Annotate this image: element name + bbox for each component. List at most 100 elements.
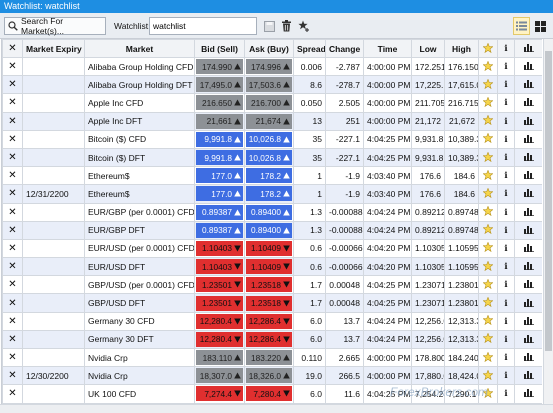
table-row[interactable]: ✕ 12/31/2200 Ethereum$ 177.0 178.2 1 -1.9 4:03:… xyxy=(2,184,542,204)
buy-price-button[interactable]: 178.2 xyxy=(246,168,292,184)
info-button[interactable]: i xyxy=(497,75,515,95)
buy-price-button[interactable]: 10,026.8 xyxy=(246,131,292,147)
sell-price-button[interactable]: 18,307.0 xyxy=(196,368,243,384)
remove-row-button[interactable]: ✕ xyxy=(2,384,23,404)
favorite-button[interactable] xyxy=(478,75,498,95)
buy-price-button[interactable]: 0.89400 xyxy=(246,204,292,220)
sell-price-button[interactable]: 0.89387 xyxy=(196,204,243,220)
favorite-button[interactable] xyxy=(478,202,498,222)
buy-price-button[interactable]: 216.700 xyxy=(246,95,292,111)
chart-button[interactable] xyxy=(514,257,542,277)
market-name-cell[interactable]: GBP/USD (per 0.0001) CFD xyxy=(84,275,195,295)
market-name-cell[interactable]: Alibaba Group Holding CFD xyxy=(84,56,195,77)
bid-cell[interactable]: 177.0 xyxy=(194,166,245,186)
remove-row-button[interactable]: ✕ xyxy=(2,202,23,222)
chart-button[interactable] xyxy=(514,129,542,149)
favorite-button[interactable] xyxy=(478,275,498,295)
table-row[interactable]: ✕ 12/30/2200 Nvidia Crp 18,307.0 18,326.0 19.… xyxy=(2,366,542,386)
remove-row-button[interactable]: ✕ xyxy=(2,93,23,113)
chart-button[interactable] xyxy=(514,147,542,168)
save-icon[interactable] xyxy=(262,18,276,34)
table-row[interactable]: ✕ EUR/USD (per 0.0001) CFD 1.10403 1.10409 0… xyxy=(2,238,542,259)
favorite-button[interactable] xyxy=(478,220,498,240)
favorite-button[interactable] xyxy=(478,257,498,277)
ask-cell[interactable]: 12,286.4 xyxy=(244,311,294,331)
remove-row-button[interactable]: ✕ xyxy=(2,147,23,168)
table-row[interactable]: ✕ EUR/GBP DFT 0.89387 0.89400 1.3 -0.00088 4:0… xyxy=(2,220,542,240)
buy-price-button[interactable]: 183.220 xyxy=(246,350,292,366)
info-button[interactable]: i xyxy=(497,293,515,313)
remove-row-button[interactable]: ✕ xyxy=(2,129,23,149)
buy-price-button[interactable]: 1.10409 xyxy=(246,259,292,275)
ask-cell[interactable]: 216.700 xyxy=(244,93,294,113)
sell-price-button[interactable]: 21,661 xyxy=(196,113,243,129)
bid-cell[interactable]: 0.89387 xyxy=(194,220,245,240)
ask-cell[interactable]: 0.89400 xyxy=(244,202,294,222)
market-name-cell[interactable]: UK 100 CFD xyxy=(84,384,195,404)
buy-price-button[interactable]: 1.10409 xyxy=(246,240,292,256)
bid-cell[interactable]: 12,280.4 xyxy=(194,311,245,331)
buy-price-button[interactable]: 21,674 xyxy=(246,113,292,129)
chart-button[interactable] xyxy=(514,275,542,295)
favorite-button[interactable] xyxy=(478,93,498,113)
watchlist-name-field[interactable] xyxy=(149,17,257,35)
ask-cell[interactable]: 12,286.4 xyxy=(244,329,294,350)
market-name-cell[interactable]: Bitcoin ($) CFD xyxy=(84,129,195,149)
market-name-cell[interactable]: Germany 30 CFD xyxy=(84,311,195,331)
ask-cell[interactable]: 17,503.6 xyxy=(244,75,294,95)
sell-price-button[interactable]: 12,280.4 xyxy=(196,313,243,329)
bid-cell[interactable]: 12,280.4 xyxy=(194,329,245,350)
info-button[interactable]: i xyxy=(497,329,515,350)
info-button[interactable]: i xyxy=(497,366,515,386)
info-button[interactable]: i xyxy=(497,275,515,295)
sell-price-button[interactable]: 177.0 xyxy=(196,168,243,184)
column-header[interactable]: High xyxy=(444,39,479,58)
bid-cell[interactable]: 7,274.4 xyxy=(194,384,245,404)
market-name-cell[interactable]: Germany 30 DFT xyxy=(84,329,195,350)
sell-price-button[interactable]: 1.10403 xyxy=(196,240,243,256)
sell-price-button[interactable]: 216.650 xyxy=(196,95,243,111)
ask-cell[interactable]: 7,280.4 xyxy=(244,384,294,404)
remove-row-button[interactable]: ✕ xyxy=(2,257,23,277)
buy-price-button[interactable]: 12,286.4 xyxy=(246,313,292,329)
table-row[interactable]: ✕ EUR/USD DFT 1.10403 1.10409 0.6 -0.00066 4:0… xyxy=(2,257,542,277)
bid-cell[interactable]: 0.89387 xyxy=(194,202,245,222)
favorite-button[interactable] xyxy=(478,238,498,259)
table-row[interactable]: ✕ Germany 30 DFT 12,280.4 12,286.4 6.0 13.7 4:… xyxy=(2,329,542,350)
info-button[interactable]: i xyxy=(497,184,515,204)
table-row[interactable]: ✕ GBP/USD DFT 1.23501 1.23518 1.7 0.00048 4:04… xyxy=(2,293,542,313)
favorite-button[interactable] xyxy=(478,366,498,386)
remove-row-button[interactable]: ✕ xyxy=(2,220,23,240)
scrollbar-thumb[interactable] xyxy=(545,51,552,351)
bid-cell[interactable]: 177.0 xyxy=(194,184,245,204)
ask-cell[interactable]: 1.10409 xyxy=(244,257,294,277)
table-row[interactable]: ✕ EUR/GBP (per 0.0001) CFD 0.89387 0.89400 1… xyxy=(2,202,542,222)
market-name-cell[interactable]: EUR/GBP (per 0.0001) CFD xyxy=(84,202,195,222)
table-row[interactable]: ✕ Bitcoin ($) DFT 9,991.8 10,026.8 35 -227.1 4… xyxy=(2,147,542,168)
chart-button[interactable] xyxy=(514,75,542,95)
favorite-button[interactable] xyxy=(478,166,498,186)
info-button[interactable]: i xyxy=(497,347,515,368)
bid-cell[interactable]: 9,991.8 xyxy=(194,129,245,149)
ask-cell[interactable]: 183.220 xyxy=(244,347,294,368)
chart-button[interactable] xyxy=(514,56,542,77)
ask-cell[interactable]: 178.2 xyxy=(244,184,294,204)
remove-row-button[interactable]: ✕ xyxy=(2,184,23,204)
table-row[interactable]: ✕ Apple Inc DFT 21,661 21,674 13 251 4:00:00 P… xyxy=(2,111,542,131)
remove-row-button[interactable]: ✕ xyxy=(2,366,23,386)
info-button[interactable]: i xyxy=(497,147,515,168)
search-markets-button[interactable]: Search For Market(s)... xyxy=(4,16,106,36)
column-header[interactable]: Change xyxy=(325,39,364,58)
ask-cell[interactable]: 1.23518 xyxy=(244,275,294,295)
column-header[interactable]: Market Expiry xyxy=(22,39,85,58)
market-name-cell[interactable]: Apple Inc CFD xyxy=(84,93,195,113)
chart-button[interactable] xyxy=(514,184,542,204)
remove-row-button[interactable]: ✕ xyxy=(2,56,23,77)
sell-price-button[interactable]: 17,495.0 xyxy=(196,77,243,93)
ask-cell[interactable]: 1.23518 xyxy=(244,293,294,313)
sell-price-button[interactable]: 174.990 xyxy=(196,59,243,75)
sell-price-button[interactable]: 7,274.4 xyxy=(196,386,243,402)
table-row[interactable]: ✕ Alibaba Group Holding DFT 17,495.0 17,503… xyxy=(2,75,542,95)
bid-cell[interactable]: 17,495.0 xyxy=(194,75,245,95)
chart-button[interactable] xyxy=(514,220,542,240)
